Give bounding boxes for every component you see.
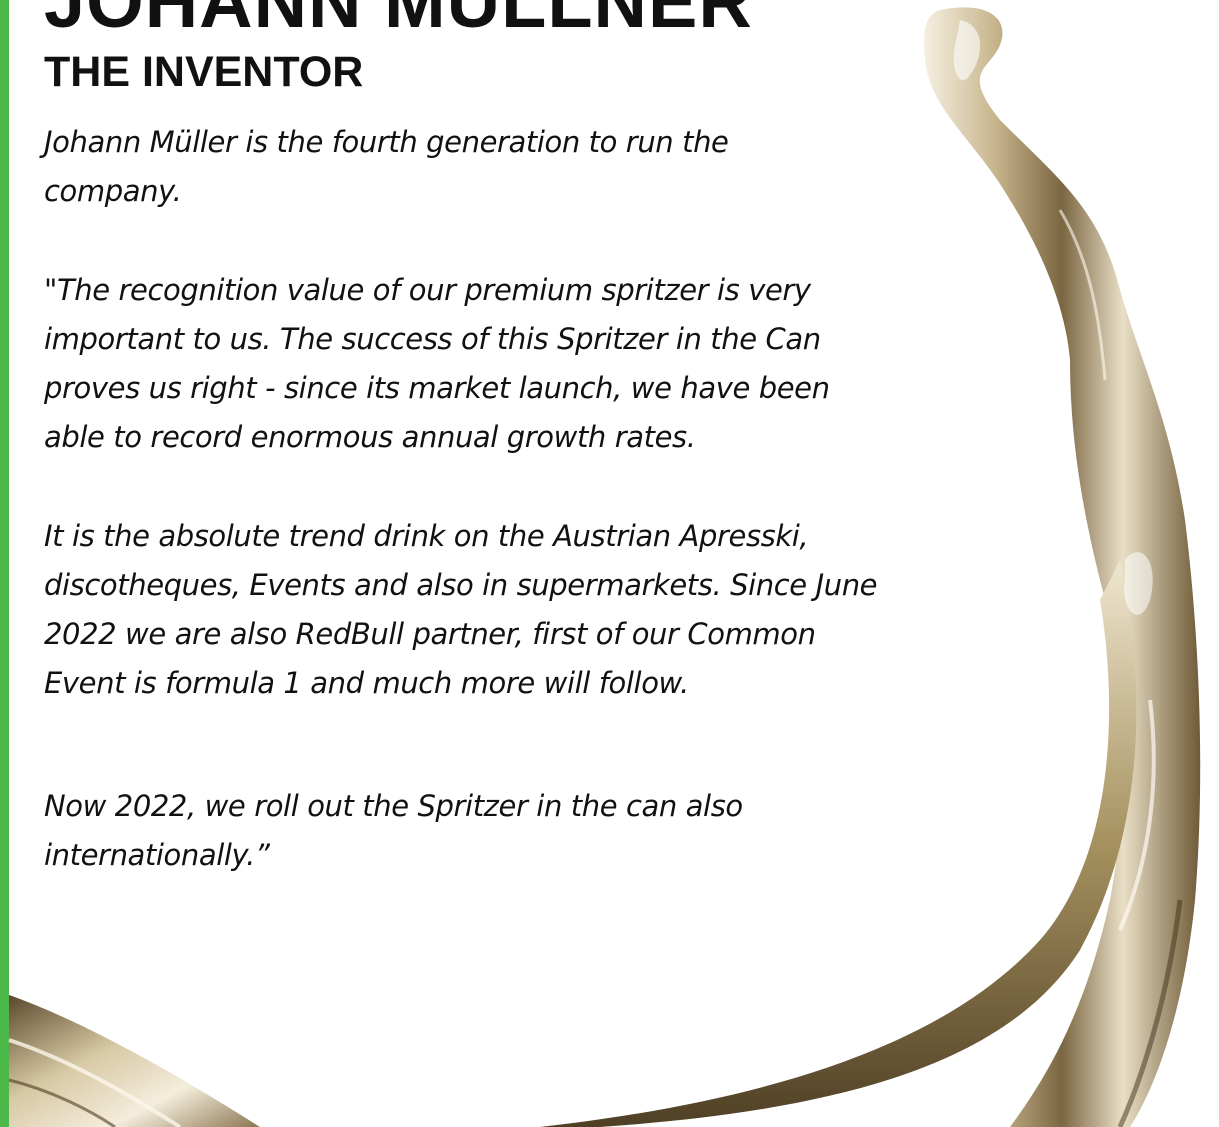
page-subtitle: THE INVENTOR <box>44 48 364 96</box>
quote-paragraph-international: Now 2022, we roll out the Spritzer in th… <box>44 789 743 872</box>
page-title: JOHANN MÜLLNER <box>44 0 753 43</box>
quote-paragraph-recognition: "The recognition value of our premium sp… <box>44 273 830 454</box>
quote-paragraph-trend: It is the absolute trend drink on the Au… <box>44 519 878 700</box>
intro-paragraph: Johann Müller is the fourth generation t… <box>44 125 729 208</box>
page: JOHANN MÜLLNER THE INVENTOR Johann Mülle… <box>0 0 1219 1127</box>
